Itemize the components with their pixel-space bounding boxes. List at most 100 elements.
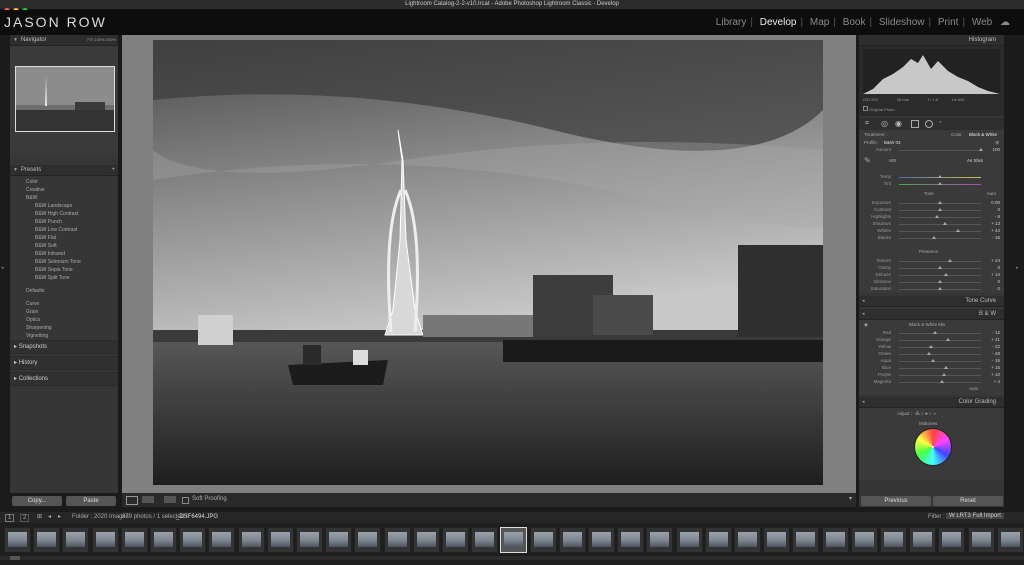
filmstrip-thumbnail[interactable] [266, 527, 294, 553]
filmstrip-thumbnail[interactable] [850, 527, 878, 553]
filmstrip-thumbnail[interactable] [442, 527, 469, 553]
filmstrip-thumbnail[interactable] [763, 527, 791, 553]
bw-header[interactable]: ◂ B & W [859, 309, 1004, 320]
zoom-100[interactable]: 100% [94, 37, 104, 42]
preset-item[interactable]: B&W Flat [10, 234, 118, 242]
tone-slider-knob[interactable] [942, 222, 947, 225]
filmstrip-scrollbar[interactable] [0, 556, 1024, 560]
shadows-wheel-icon[interactable]: ○ [921, 411, 924, 416]
profile-value[interactable]: B&W 03 [884, 140, 901, 145]
treatment-color[interactable]: Color [951, 132, 962, 137]
bw-mix-slider-knob[interactable] [928, 345, 933, 348]
filmstrip-thumbnail[interactable] [734, 527, 761, 553]
presence-slider-knob[interactable] [943, 273, 948, 276]
navigator-header[interactable]: ▼ Navigator FIT 100% 200% [10, 35, 118, 46]
zoom-200[interactable]: 200% [106, 37, 116, 42]
filmstrip-thumbnail[interactable] [471, 527, 499, 553]
filmstrip-thumbnail[interactable] [792, 527, 820, 553]
bw-mix-slider-knob[interactable] [939, 380, 944, 383]
filmstrip-thumbnail[interactable] [325, 527, 353, 553]
page-1[interactable]: 1 [5, 514, 15, 522]
tone-slider[interactable]: Shadows + 13 [859, 221, 1004, 228]
crop-tool-icon[interactable]: ⌗ [865, 120, 869, 128]
filmstrip-thumbnail[interactable] [412, 527, 440, 553]
presence-slider[interactable]: Saturation 0 [859, 286, 1004, 293]
temp-slider[interactable]: Temp [859, 174, 1004, 181]
filmstrip-thumbnail[interactable] [33, 527, 61, 553]
filmstrip-thumbnail[interactable] [675, 527, 703, 553]
tone-slider-knob[interactable] [938, 201, 942, 204]
original-photo-checkbox[interactable] [863, 106, 868, 111]
copy-button[interactable]: Copy... [12, 496, 62, 506]
preset-group-grain[interactable]: Grain [10, 308, 118, 316]
back-arrow-icon[interactable]: ◂ [48, 513, 51, 520]
preset-item[interactable]: B&W Sepia Tone [10, 266, 118, 274]
bw-mix-slider-knob[interactable] [946, 338, 951, 341]
grid-icon[interactable]: ⊞ [37, 513, 42, 520]
preset-item[interactable]: B&W Infrared [10, 250, 118, 258]
presets-header[interactable]: ▼ Presets + [10, 165, 118, 176]
tone-slider[interactable]: Whites + 44 [859, 228, 1004, 235]
bw-mix-slider[interactable]: Yellow - 22 [859, 344, 1004, 351]
add-preset-icon[interactable]: + [111, 165, 115, 175]
midtones-wheel-icon[interactable]: ● [925, 411, 928, 416]
bw-mix-slider-knob[interactable] [943, 366, 948, 369]
tone-slider[interactable]: Blacks - 15 [859, 235, 1004, 242]
preset-item[interactable]: B&W Landscape [10, 202, 118, 210]
bw-mix-slider[interactable]: Blue + 15 [859, 365, 1004, 372]
zoom-fit[interactable]: FIT [87, 37, 93, 42]
tone-slider[interactable]: Contrast 0 [859, 207, 1004, 214]
filmstrip-thumbnail[interactable] [938, 527, 966, 553]
presence-slider[interactable]: Texture + 24 [859, 258, 1004, 265]
filmstrip-thumbnail[interactable] [880, 527, 907, 553]
filmstrip-thumbnail[interactable] [529, 527, 557, 553]
filmstrip-thumbnail[interactable] [558, 527, 586, 553]
radial-filter-icon[interactable] [925, 120, 933, 128]
before-after-swap-icon[interactable] [164, 496, 176, 503]
right-panel-toggle-icon[interactable]: ▸ [1016, 265, 1019, 271]
bw-mix-slider[interactable]: Aqua - 16 [859, 358, 1004, 365]
filmstrip-thumbnail[interactable] [179, 527, 207, 553]
graduated-filter-icon[interactable] [911, 120, 919, 128]
module-library[interactable]: Library [716, 17, 747, 28]
filmstrip-thumbnail[interactable] [617, 527, 645, 553]
presence-slider[interactable]: Vibrance 0 [859, 279, 1004, 286]
bw-mix-slider-knob[interactable] [926, 352, 931, 355]
redeye-tool-icon[interactable]: ◉ [895, 119, 902, 128]
histogram-header[interactable]: Histogram [859, 35, 1004, 46]
snapshots-header[interactable]: ▸ Snapshots [10, 340, 118, 354]
tone-slider-knob[interactable] [932, 236, 937, 239]
navigator-preview[interactable] [10, 46, 118, 156]
preset-item[interactable]: B&W High Contrast [10, 210, 118, 218]
color-wheel[interactable] [914, 428, 952, 466]
preset-group-sharpening[interactable]: Sharpening [10, 324, 118, 332]
filmstrip-thumbnail[interactable] [4, 527, 31, 553]
filmstrip-thumbnail[interactable] [62, 527, 90, 553]
reset-button[interactable]: Reset [933, 496, 1003, 506]
preset-group-bw[interactable]: B&W [10, 194, 118, 202]
presence-slider-knob[interactable] [947, 259, 952, 262]
highlights-wheel-icon[interactable]: ○ [929, 411, 932, 416]
page-2[interactable]: 2 [20, 514, 30, 522]
navigator-thumbnail[interactable] [15, 66, 115, 132]
photo-preview[interactable] [153, 40, 823, 485]
filmstrip-thumbnail[interactable] [150, 527, 177, 553]
filmstrip-thumbnail[interactable] [237, 527, 265, 553]
preset-item[interactable]: B&W Selenium Tone [10, 258, 118, 266]
tone-curve-header[interactable]: ◂ Tone Curve [859, 296, 1004, 307]
toolbar-menu-icon[interactable]: ▾ [849, 495, 852, 502]
tint-slider[interactable]: Tint [859, 181, 1004, 188]
presence-slider-knob[interactable] [938, 266, 942, 269]
module-print[interactable]: Print [938, 17, 959, 28]
history-header[interactable]: ▸ History [10, 356, 118, 370]
filmstrip-thumbnail[interactable] [500, 527, 528, 553]
bw-target-icon[interactable]: ◉ [864, 322, 868, 328]
three-way-icon[interactable]: ⁂ [915, 411, 920, 416]
module-book[interactable]: Book [843, 17, 866, 28]
module-web[interactable]: Web [972, 17, 992, 28]
global-wheel-icon[interactable]: ◑ [933, 411, 936, 416]
preset-group-curve[interactable]: Curve [10, 300, 118, 308]
filmstrip-thumbnail[interactable] [120, 527, 148, 553]
tone-slider-knob[interactable] [956, 229, 961, 232]
filmstrip-thumbnail[interactable] [996, 527, 1024, 553]
